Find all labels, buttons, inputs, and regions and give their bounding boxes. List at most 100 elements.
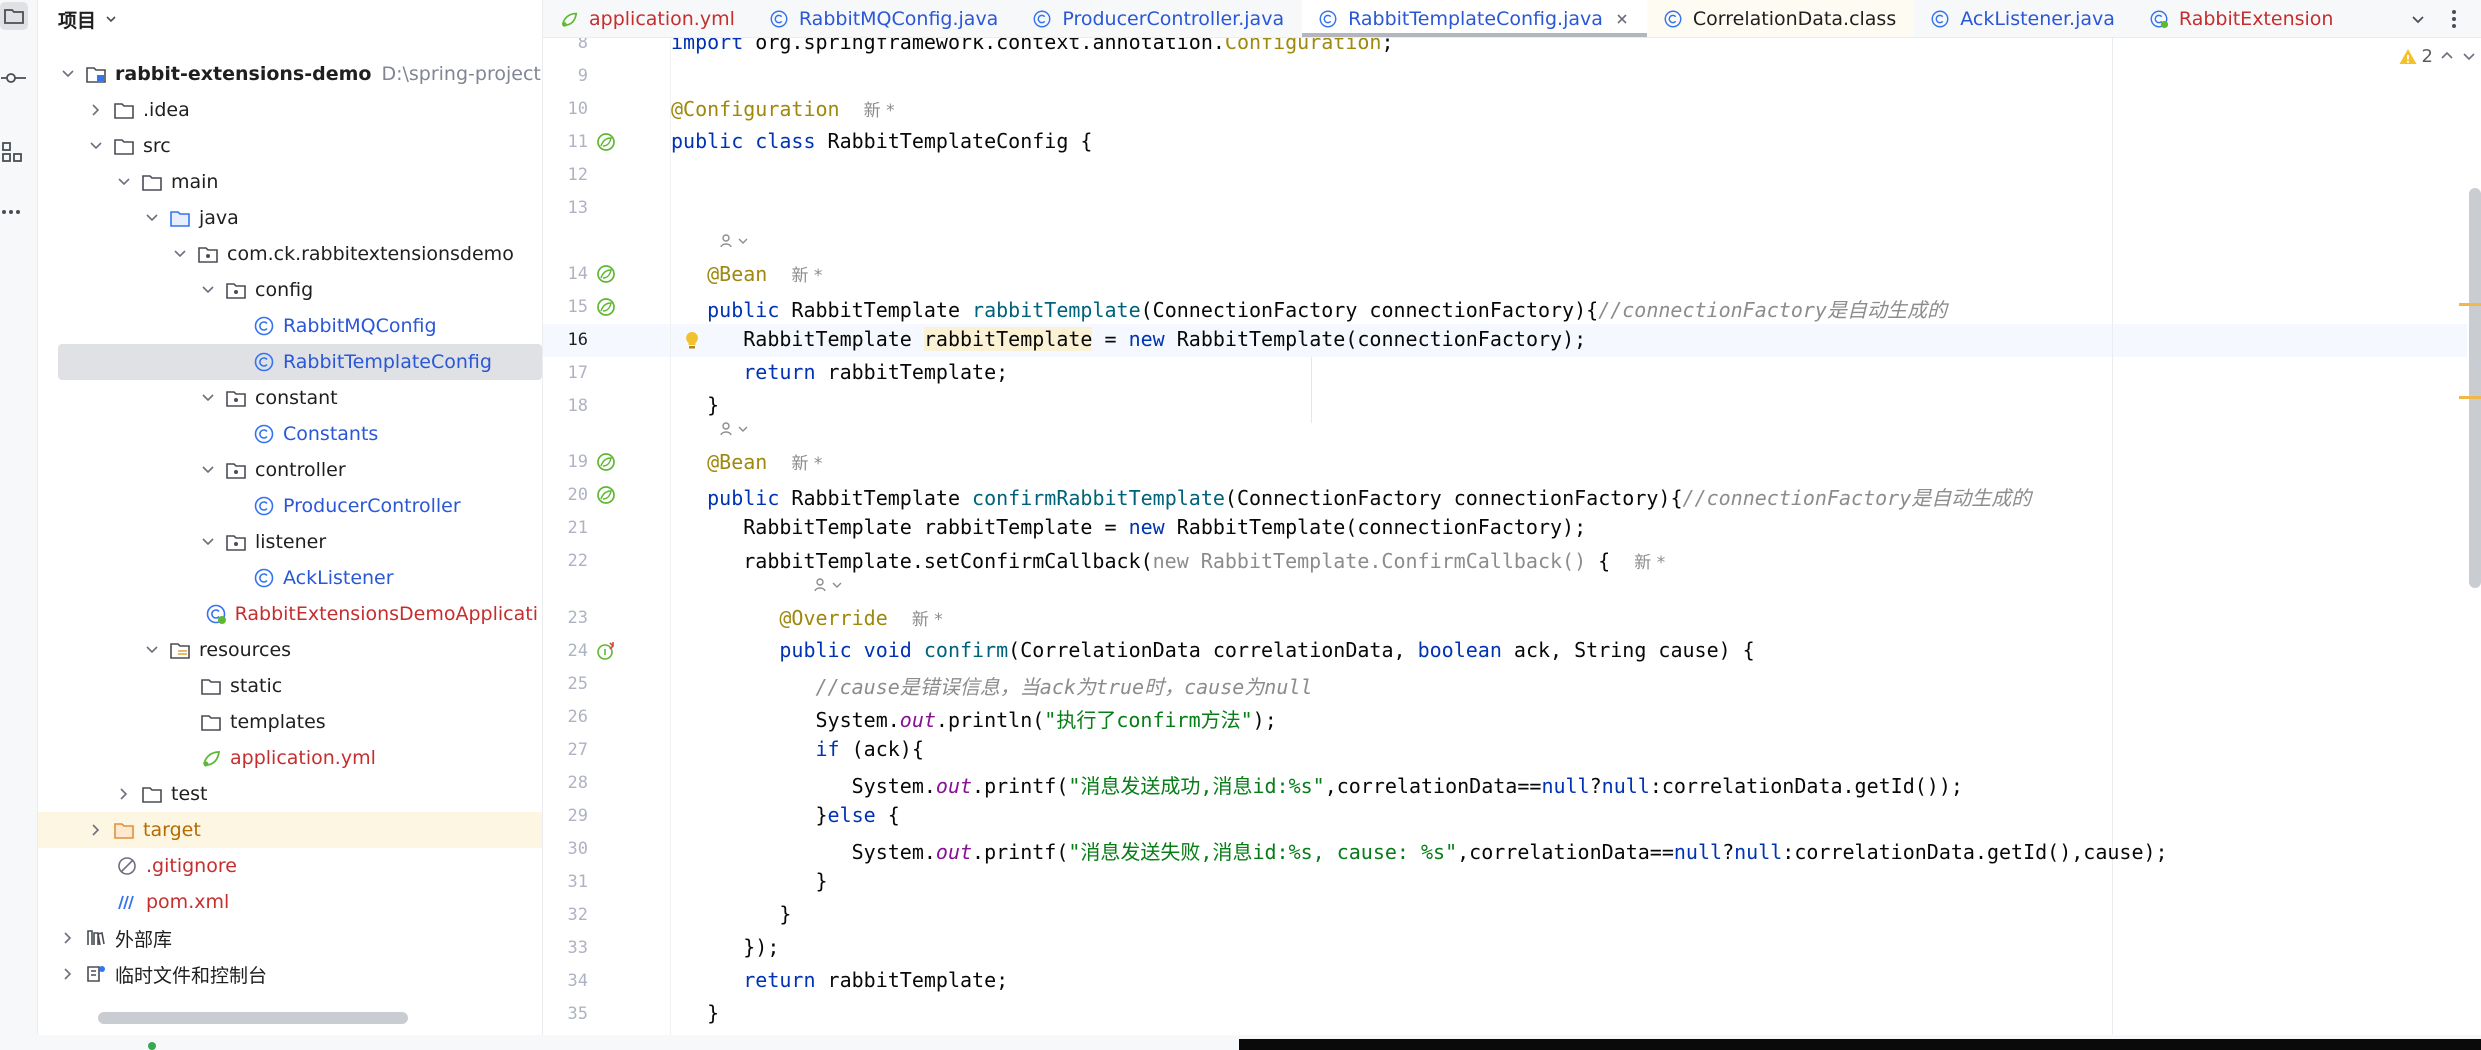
chevron-down-icon[interactable]: [104, 12, 118, 26]
tree-item-gitignore[interactable]: .gitignore: [58, 848, 538, 884]
close-icon[interactable]: [1615, 12, 1629, 26]
chevron-down-icon[interactable]: [200, 462, 216, 478]
tree-item-label: listener: [255, 531, 327, 553]
chevron-down-icon[interactable]: [144, 642, 160, 658]
spring-bean-gutter-icon[interactable]: [595, 263, 617, 285]
author-inlay-hint[interactable]: [719, 420, 749, 438]
class-icon: [1033, 10, 1051, 27]
author-icon: [814, 578, 826, 592]
tree-item-constant[interactable]: constant: [58, 380, 538, 416]
tree-item-config[interactable]: config: [58, 272, 538, 308]
chevron-down-icon[interactable]: [172, 246, 188, 262]
tree-item-src[interactable]: src: [58, 128, 538, 164]
chevron-down-icon[interactable]: [144, 210, 160, 226]
tab-rabbittemplateconfig[interactable]: RabbitTemplateConfig.java: [1302, 0, 1647, 37]
tab-label: CorrelationData.class: [1692, 7, 1897, 30]
chevron-down-icon[interactable]: [2409, 10, 2427, 28]
package-icon: [226, 391, 246, 407]
chevron-right-icon[interactable]: [88, 102, 104, 118]
line-number: 33: [567, 938, 588, 958]
line-number: 9: [577, 66, 588, 86]
tree-item-acklistener[interactable]: AckListener: [58, 560, 538, 596]
next-highlight-icon[interactable]: [2461, 48, 2477, 64]
spring-bean-gutter-icon[interactable]: [595, 131, 617, 153]
folder-icon: [142, 175, 162, 191]
tree-item-label: com.ck.rabbitextensionsdemo: [227, 243, 514, 265]
chevron-right-icon[interactable]: [116, 786, 132, 802]
tree-item-rabbittemplateconfig[interactable]: RabbitTemplateConfig: [58, 344, 542, 380]
author-inlay-hint[interactable]: [813, 576, 843, 594]
tree-item-pom[interactable]: pom.xml: [58, 884, 538, 920]
tree-item-scratches[interactable]: 临时文件和控制台: [58, 956, 538, 992]
commit-tool-icon[interactable]: [0, 64, 28, 92]
tab-correlationdata[interactable]: CorrelationData.class: [1646, 0, 1915, 37]
code-line-8: 8 import org.springframework.context.ann…: [543, 38, 2443, 59]
code-line-14: 14 @Bean 新 *: [543, 257, 2443, 290]
structure-tool-icon[interactable]: [0, 138, 28, 166]
tab-producercontroller[interactable]: ProducerController.java: [1016, 0, 1302, 37]
tree-item-test[interactable]: test: [58, 776, 538, 812]
line-number: 14: [567, 264, 588, 284]
editor-vertical-scrollbar[interactable]: [2469, 188, 2481, 588]
tree-item-external-libraries[interactable]: 外部库: [58, 920, 538, 956]
project-panel-header[interactable]: 项目: [38, 0, 542, 38]
chevron-right-icon[interactable]: [88, 822, 104, 838]
tree-item-target[interactable]: target: [38, 812, 542, 848]
chevron-down-icon[interactable]: [200, 534, 216, 550]
chevron-down-icon[interactable]: [88, 138, 104, 154]
spring-bean-gutter-icon[interactable]: [595, 451, 617, 473]
previous-highlight-icon[interactable]: [2439, 48, 2455, 64]
maven-icon: [118, 895, 134, 910]
tab-rabbitmqconfig[interactable]: RabbitMQConfig.java: [753, 0, 1016, 37]
tree-item-templates[interactable]: templates: [58, 704, 538, 740]
code-line-17: 17 return rabbitTemplate;: [543, 356, 2443, 389]
tree-item-static[interactable]: static: [58, 668, 538, 704]
more-vertical-icon[interactable]: [2443, 8, 2465, 30]
code-line-28: 28 System.out.printf("消息发送成功,消息id:%s",co…: [543, 766, 2443, 799]
tree-item-label: main: [171, 171, 219, 193]
warning-stripe-marker[interactable]: [2459, 303, 2481, 306]
tab-application-yml[interactable]: application.yml: [543, 0, 753, 37]
author-inlay-hint[interactable]: [719, 232, 749, 250]
spring-bean-gutter-icon[interactable]: [595, 296, 617, 318]
line-number: 21: [567, 518, 588, 538]
tree-item-resources[interactable]: resources: [58, 632, 538, 668]
tab-rabbitextensions-app[interactable]: RabbitExtension: [2133, 0, 2352, 37]
tree-item-producercontroller[interactable]: ProducerController: [58, 488, 538, 524]
tree-item-constants[interactable]: Constants: [58, 416, 538, 452]
inspection-widget[interactable]: 2: [2398, 46, 2433, 67]
warning-stripe-marker[interactable]: [2459, 396, 2481, 399]
code-line-18: 18 }: [543, 389, 2443, 422]
more-tools-icon[interactable]: [0, 198, 28, 226]
taskbar-edge: [1239, 1039, 2481, 1050]
tree-item-application-class[interactable]: RabbitExtensionsDemoApplicati: [58, 596, 538, 632]
chevron-down-icon[interactable]: [200, 282, 216, 298]
tree-item-application-yml[interactable]: application.yml: [58, 740, 538, 776]
code-text: //cause是错误信息，当ack为true时，cause为null: [815, 675, 1313, 699]
class-icon: [254, 424, 274, 444]
code-editor[interactable]: 8 import org.springframework.context.ann…: [543, 38, 2481, 1035]
tree-item-rabbitmqconfig[interactable]: RabbitMQConfig: [58, 308, 538, 344]
chevron-down-icon[interactable]: [116, 174, 132, 190]
chevron-down-icon[interactable]: [200, 390, 216, 406]
project-tool-icon[interactable]: [0, 2, 28, 30]
chevron-right-icon[interactable]: [60, 966, 76, 982]
tree-item-main[interactable]: main: [58, 164, 538, 200]
line-number: 18: [567, 396, 588, 416]
tree-item-java[interactable]: java: [58, 200, 538, 236]
tree-item-idea[interactable]: .idea: [58, 92, 538, 128]
tree-item-package[interactable]: com.ck.rabbitextensionsdemo: [58, 236, 538, 272]
tree-item-project-root[interactable]: rabbit-extensions-demo D:\spring-project…: [58, 56, 542, 92]
tab-acklistener[interactable]: AckListener.java: [1914, 0, 2133, 37]
chevron-down-icon[interactable]: [60, 66, 76, 82]
implements-method-icon[interactable]: [595, 640, 617, 662]
tree-item-controller[interactable]: controller: [58, 452, 538, 488]
tree-horizontal-scrollbar[interactable]: [98, 1012, 408, 1024]
chevron-right-icon[interactable]: [60, 930, 76, 946]
code-text: rabbitTemplate.setConfirmCallback(new Ra…: [671, 549, 1666, 573]
tree-item-listener[interactable]: listener: [58, 524, 538, 560]
tree-item-label: config: [255, 279, 314, 301]
source-folder-icon: [170, 211, 190, 227]
spring-bean-gutter-icon[interactable]: [595, 484, 617, 506]
yaml-config-icon: [561, 12, 578, 27]
